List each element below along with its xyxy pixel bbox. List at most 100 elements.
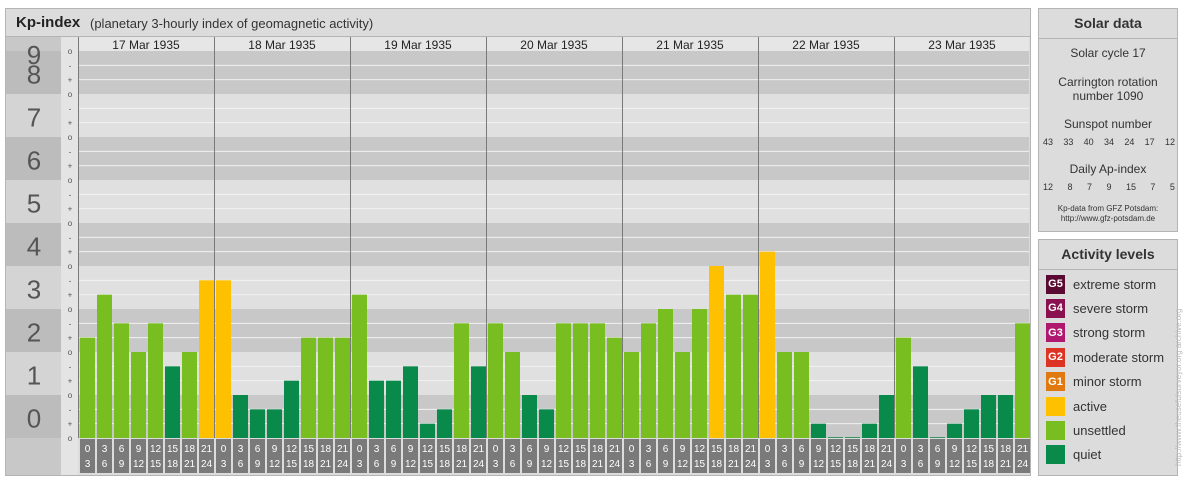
interval-start: 21 [1017,444,1029,455]
kp-bar [913,366,928,438]
ap-1: 12 [1043,182,1054,192]
interval-end: 24 [881,459,893,470]
level-label: quiet [1073,447,1102,463]
interval-start: 15 [711,444,723,455]
kp-bar [879,395,894,438]
interval-end: 12 [813,459,825,470]
day-label: 18 Mar 1935 [248,38,316,52]
kp-bar [709,266,724,438]
sunspot-4: 34 [1103,137,1114,147]
interval-end: 18 [575,459,587,470]
interval-start: 15 [439,444,451,455]
interval-end: 9 [799,459,805,470]
kp-bar [607,337,622,438]
level-item-g5: G5 extreme storm [1046,274,1156,294]
watermark: http://www.theusefulsurveyor.org archive… [1174,308,1183,466]
level-swatch: G1 [1046,372,1065,392]
level-label: moderate storm [1073,349,1165,365]
sunspot-6: 17 [1144,137,1155,147]
kp-bar [692,309,707,438]
ap-5: 15 [1125,182,1136,192]
interval-end: 24 [337,459,349,470]
minor-tick-label: o [68,305,73,314]
kp-band [78,223,1029,266]
kp-bar [624,352,639,438]
carrington-line2: number 1090 [1072,89,1144,103]
interval-start: 12 [694,444,706,455]
interval-end: 3 [493,459,499,470]
interval-start: 18 [320,444,332,455]
day-label: 19 Mar 1935 [384,38,452,52]
interval-end: 24 [1017,459,1029,470]
minor-tick-label: + [68,205,73,214]
interval-start: 3 [782,444,788,455]
level-label: unsettled [1073,422,1126,438]
interval-end: 24 [609,459,621,470]
kp-bar [250,409,265,438]
kp-bar [97,294,112,438]
kp-band [78,51,1029,94]
interval-end: 9 [391,459,397,470]
interval-end: 12 [405,459,417,470]
kp-bar [488,323,503,438]
interval-end: 9 [663,459,669,470]
level-item-g2: G2 moderate storm [1046,347,1164,367]
level-label: severe storm [1073,300,1149,316]
kp-bar [981,395,996,438]
kp-bar [165,366,180,438]
level-swatch: G5 [1046,274,1065,294]
interval-start: 15 [983,444,995,455]
interval-end: 18 [983,459,995,470]
interval-end: 15 [966,459,978,470]
y-tick-label: 0 [27,404,41,434]
interval-start: 9 [952,444,958,455]
interval-start: 18 [184,444,196,455]
interval-end: 15 [286,459,298,470]
interval-end: 12 [541,459,553,470]
ap-6: 7 [1150,182,1156,192]
kp-bar [471,366,486,438]
interval-start: 0 [493,444,499,455]
kp-bar [777,352,792,438]
minor-tick-label: + [68,420,73,429]
y-tick-label: 2 [27,318,41,348]
interval-start: 0 [85,444,91,455]
kp-bar [437,409,452,438]
kp-bar [930,437,945,438]
interval-start: 9 [544,444,550,455]
interval-start: 18 [864,444,876,455]
interval-end: 12 [269,459,281,470]
interval-end: 6 [646,459,652,470]
ap-4: 9 [1106,182,1112,192]
minor-tick-label: + [68,377,73,386]
interval-end: 9 [527,459,533,470]
interval-end: 9 [119,459,125,470]
kp-bar [114,323,129,438]
kp-bar [335,337,350,438]
day-label: 20 Mar 1935 [520,38,588,52]
interval-end: 6 [510,459,516,470]
minor-tick-label: - [69,405,72,414]
interval-end: 6 [918,459,924,470]
day-label: 21 Mar 1935 [656,38,724,52]
kp-bar [216,280,231,438]
interval-start: 18 [592,444,604,455]
interval-start: 18 [456,444,468,455]
interval-start: 9 [136,444,142,455]
kp-bar [658,309,673,438]
interval-start: 9 [272,444,278,455]
day-label: 17 Mar 1935 [112,38,180,52]
interval-start: 21 [745,444,757,455]
sunspot-1: 43 [1043,137,1054,147]
solar-data-title: Solar data [1039,9,1177,39]
interval-end: 9 [255,459,261,470]
interval-end: 3 [221,459,227,470]
kp-bar [760,251,775,438]
interval-start: 12 [286,444,298,455]
minor-tick-label: - [69,276,72,285]
level-swatch: G2 [1046,347,1065,367]
interval-end: 24 [473,459,485,470]
kp-bar [539,409,554,438]
level-swatch: G4 [1046,298,1065,318]
interval-end: 15 [558,459,570,470]
